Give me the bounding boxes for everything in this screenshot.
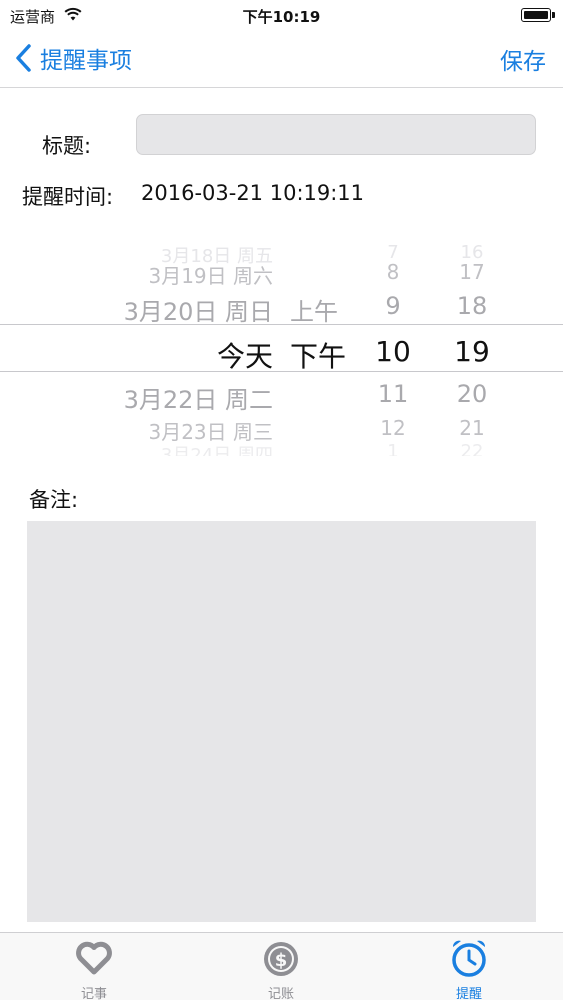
alarm-clock-icon <box>452 940 486 977</box>
heart-icon <box>76 941 112 975</box>
back-button-label: 提醒事项 <box>40 48 132 74</box>
tab-bar: 记事 $ 记账 提醒 <box>0 932 563 1002</box>
picker-minute-option[interactable]: 18 <box>452 292 492 320</box>
tab-accounts[interactable]: $ 记账 <box>221 933 341 1002</box>
picker-ampm-option[interactable]: 上午 <box>290 292 338 327</box>
save-button[interactable]: 保存 <box>500 42 546 76</box>
picker-date-option[interactable]: 3月22日 周二 <box>124 380 273 415</box>
picker-ampm-option[interactable]: 下午 <box>290 335 346 375</box>
picker-minute-option[interactable]: 17 <box>452 260 492 284</box>
picker-date-option[interactable]: 3月24日 周四 <box>161 441 273 456</box>
back-button[interactable]: 提醒事项 <box>14 40 132 76</box>
picker-hour-option[interactable]: 1 <box>375 441 411 456</box>
picker-hour-option[interactable]: 9 <box>375 292 411 320</box>
title-label: 标题: <box>42 134 92 158</box>
note-label: 备注: <box>29 488 79 512</box>
picker-minute-option[interactable]: 19 <box>452 335 492 368</box>
title-input[interactable] <box>136 114 536 155</box>
chevron-left-icon <box>16 44 31 72</box>
navigation-bar: 提醒事项 保存 <box>0 30 563 88</box>
picker-selection-top-line <box>0 324 563 325</box>
reminder-time-label: 提醒时间: <box>22 185 114 209</box>
tab-reminders-label: 提醒 <box>455 987 482 1002</box>
reminder-time-value: 2016-03-21 10:19:11 <box>141 181 365 205</box>
picker-minute-option[interactable]: 20 <box>452 380 492 408</box>
tab-accounts-label: 记账 <box>267 987 294 1002</box>
picker-hour-option[interactable]: 12 <box>375 416 411 440</box>
dollar-coin-icon: $ <box>264 942 298 976</box>
picker-date-option[interactable]: 3月19日 周六 <box>148 260 273 289</box>
tab-notes-label: 记事 <box>80 987 107 1002</box>
battery-icon <box>521 8 555 22</box>
picker-hour-option[interactable]: 10 <box>375 335 411 368</box>
status-time: 下午10:19 <box>242 8 321 26</box>
status-bar: 运营商 下午10:19 <box>0 0 563 30</box>
picker-date-option[interactable]: 今天 <box>217 335 273 375</box>
svg-text:$: $ <box>275 950 288 971</box>
tab-notes[interactable]: 记事 <box>34 933 154 1002</box>
picker-minute-option[interactable]: 22 <box>452 441 492 456</box>
picker-hour-option[interactable]: 11 <box>375 380 411 408</box>
picker-selection-bottom-line <box>0 371 563 372</box>
picker-minute-option[interactable]: 21 <box>452 416 492 440</box>
date-time-picker[interactable]: 3月18日 周五 3月19日 周六 3月20日 周日 今天 3月22日 周二 3月23日 … <box>0 238 563 456</box>
note-textarea[interactable] <box>27 521 536 922</box>
tab-reminders[interactable]: 提醒 <box>409 933 529 1002</box>
picker-date-option[interactable]: 3月20日 周日 <box>124 292 273 327</box>
picker-hour-option[interactable]: 8 <box>375 260 411 284</box>
